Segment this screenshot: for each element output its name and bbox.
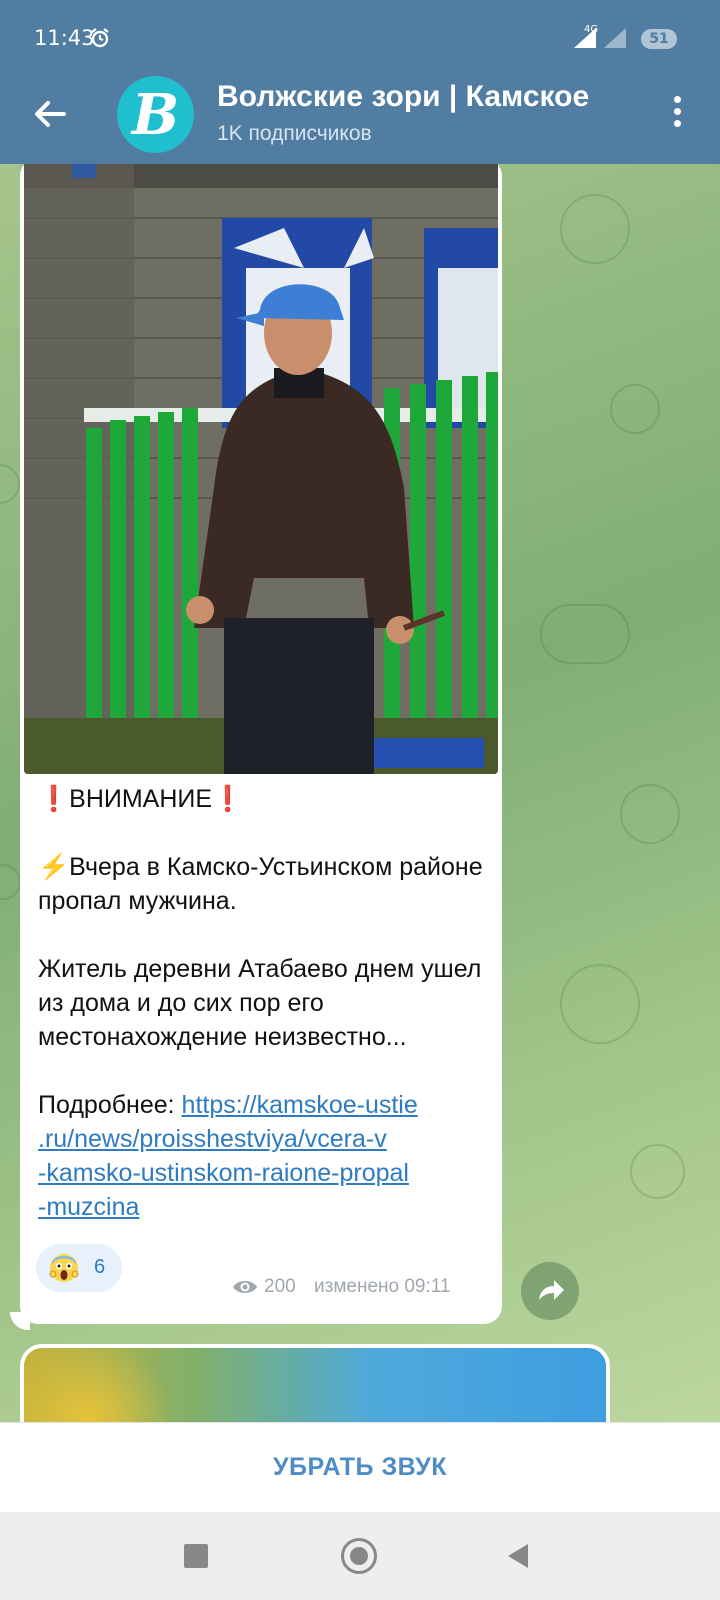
exclamation-icon: ❗ [38,785,70,813]
post-link-line-2[interactable]: .ru/news/proisshestviya/vcera-v [38,1125,387,1153]
lightning-icon: ⚡ [38,853,70,881]
status-bar: 11:43 4G 51 [0,0,720,76]
channel-title[interactable]: Волжские зори | Камское [217,80,617,114]
back-arrow-icon[interactable] [26,90,74,138]
recent-apps-icon[interactable] [184,1544,208,1568]
views-count: 200 [264,1276,296,1297]
chat-header: B Волжские зори | Камское 1K подписчиков [0,76,720,164]
reaction-chip[interactable]: 6 [36,1244,122,1292]
post-more: Подробнее: https://kamskoe-ustie .ru/new… [38,1088,490,1224]
status-time: 11:43 [34,26,95,50]
channel-post[interactable]: ❗ВНИМАНИЕ❗ ⚡Вчера в Камско-Устьинском ра… [20,164,502,1324]
channel-avatar[interactable]: B [117,76,194,153]
signal-icon-2 [604,28,626,48]
chat-background: ❗ВНИМАНИЕ❗ ⚡Вчера в Камско-Устьинском ра… [0,164,720,1422]
more-vertical-icon[interactable] [662,92,692,132]
share-button[interactable] [521,1262,579,1320]
signal-icon [574,28,596,48]
battery-icon: 51 [641,29,677,49]
reaction-count: 6 [94,1256,106,1278]
exclamation-icon-2: ❗ [212,785,244,813]
alarm-icon [91,28,109,48]
home-icon[interactable] [341,1538,377,1574]
post-lead-text: Вчера в Камско-Устьинском районе пропал … [38,853,483,915]
avatar-letter: B [131,81,180,148]
back-triangle-icon[interactable] [508,1544,528,1568]
post-link-line-4[interactable]: -muzcina [38,1193,139,1221]
post-heading: ❗ВНИМАНИЕ❗ [38,782,490,816]
post-photo[interactable] [24,164,498,774]
subscriber-count: 1K подписчиков [217,122,372,145]
post-heading-text: ВНИМАНИЕ [69,785,213,813]
more-label: Подробнее: [38,1091,182,1119]
eye-icon [233,1281,257,1293]
post-link-line-3[interactable]: -kamsko-ustinskom-raione-propal [38,1159,409,1187]
post-text: ❗ВНИМАНИЕ❗ ⚡Вчера в Камско-Устьинском ра… [38,782,490,1224]
scream-emoji-icon [49,1254,79,1282]
post-body: Житель деревни Атабаево днем ушел из дом… [38,955,482,1051]
mute-button[interactable]: УБРАТЬ ЗВУК [0,1453,720,1482]
post-photo-image [24,164,498,774]
share-arrow-icon [539,1280,564,1300]
post-lead: ⚡Вчера в Камско-Устьинском районе пропал… [38,850,490,918]
edited-timestamp: изменено 09:11 [314,1276,451,1297]
system-nav-bar [0,1512,720,1600]
post-link-line-1[interactable]: https://kamskoe-ustie [182,1091,418,1119]
mute-bar: УБРАТЬ ЗВУК [0,1422,720,1512]
next-post-preview[interactable] [20,1344,610,1422]
